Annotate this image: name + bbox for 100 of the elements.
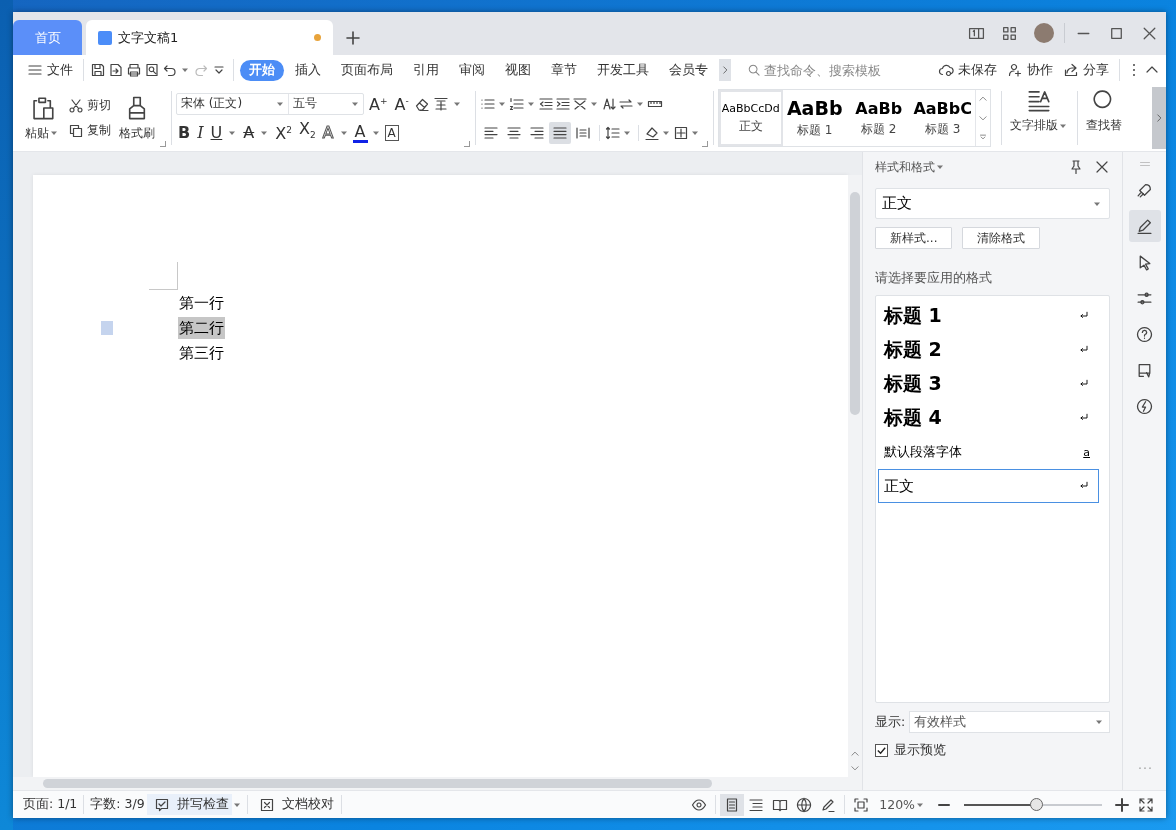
lightning-icon xyxy=(1136,397,1153,415)
fit-page-icon[interactable] xyxy=(853,796,870,813)
chevron-right-icon[interactable] xyxy=(720,65,730,75)
help-icon xyxy=(1136,325,1153,343)
maximize-icon[interactable] xyxy=(1108,25,1125,42)
caret-icon[interactable] xyxy=(50,129,58,137)
caret-icon[interactable] xyxy=(936,163,944,171)
collaborate-button[interactable]: 协作 xyxy=(1003,61,1057,79)
scroll-up-icon[interactable] xyxy=(850,749,860,759)
clear-format-button[interactable]: 清除格式 xyxy=(962,227,1041,249)
strikethrough-button[interactable]: A xyxy=(241,122,257,143)
bold-button[interactable]: B xyxy=(176,122,193,143)
ribbon-tab[interactable]: 插入 xyxy=(286,59,330,81)
proofread-icon xyxy=(258,796,275,813)
format-button[interactable]: X$^{2}$ xyxy=(273,120,294,145)
search-field[interactable]: 查找命令、搜索模板 xyxy=(747,62,897,78)
proofread-button[interactable]: 文档校对 xyxy=(251,794,337,815)
save-icon[interactable] xyxy=(90,62,106,78)
spell-check-button[interactable]: 拼写检查 xyxy=(146,794,232,815)
chinese-layout-icon[interactable] xyxy=(571,95,588,112)
group-launcher-icon[interactable] xyxy=(463,141,470,147)
align-right-icon xyxy=(528,124,545,141)
ribbon-tab[interactable]: 页面布局 xyxy=(332,59,402,81)
group-launcher-icon[interactable] xyxy=(160,141,166,147)
caret-icon[interactable] xyxy=(181,66,189,74)
copy-button[interactable]: 复制 xyxy=(68,122,111,139)
style-item[interactable]: 标题 1 xyxy=(878,299,1099,333)
avatar[interactable] xyxy=(1034,23,1054,43)
page-view-button[interactable] xyxy=(720,793,745,816)
character-border-button[interactable]: A xyxy=(384,124,399,141)
align-justify-button[interactable] xyxy=(548,121,571,144)
file-menu[interactable]: 文件 xyxy=(23,61,77,79)
document-text: 第一行 xyxy=(178,292,225,314)
ribbon-tab[interactable]: 审阅 xyxy=(450,59,494,81)
style-item[interactable]: 正文 xyxy=(878,469,1099,503)
group-launcher-icon[interactable] xyxy=(701,141,708,147)
expand-gallery-icon[interactable] xyxy=(977,131,988,142)
style-item[interactable]: 默认段落字体 a xyxy=(878,435,1099,469)
show-select[interactable]: 有效样式 xyxy=(909,711,1110,733)
print-icon[interactable] xyxy=(126,62,142,78)
paste-button[interactable]: 粘贴 xyxy=(21,94,64,142)
show-label: 显示: xyxy=(875,713,906,731)
numbered-list-icon[interactable] xyxy=(508,95,525,112)
grid-icon[interactable] xyxy=(1001,25,1018,42)
scroll-down-icon[interactable] xyxy=(850,763,860,773)
grow-font-button[interactable]: A$^{+}$ xyxy=(367,91,390,116)
ribbon-tab[interactable]: 引用 xyxy=(404,59,448,81)
save-status[interactable]: 未保存 xyxy=(934,61,1001,79)
export-icon[interactable] xyxy=(108,62,124,78)
ribbon-tab[interactable]: 视图 xyxy=(496,59,540,81)
format-button[interactable]: X$_{2}$ xyxy=(296,119,318,146)
scrollbar-thumb[interactable] xyxy=(43,779,712,788)
panel-prompt: 请选择要应用的格式 xyxy=(875,269,993,287)
ribbon-tab[interactable]: 会员专 xyxy=(660,59,717,81)
panel-title[interactable]: 样式和格式 xyxy=(875,158,946,176)
text-layout-button[interactable]: 文字排版 xyxy=(1005,87,1073,149)
style-preset[interactable]: AaBbC 标题 3 xyxy=(910,90,975,146)
cut-button[interactable]: 剪切 xyxy=(68,97,111,114)
line-spacing-icon[interactable] xyxy=(604,124,621,141)
style-preset[interactable]: AaBb 标题 2 xyxy=(846,90,911,146)
scroll-down-icon[interactable] xyxy=(977,113,988,123)
italic-button[interactable]: I xyxy=(195,122,206,143)
ribbon-tab[interactable]: 开发工具 xyxy=(588,59,658,81)
close-icon[interactable] xyxy=(1141,25,1158,42)
shrink-font-button[interactable]: A$^{-}$ xyxy=(392,91,411,116)
style-preset[interactable]: AaBbCcDd 正文 xyxy=(718,90,783,146)
style-select[interactable]: 正文 xyxy=(875,188,1110,219)
document-text: 第三行 xyxy=(178,342,225,364)
new-style-button[interactable]: 新样式... xyxy=(875,227,953,249)
borders-icon[interactable] xyxy=(672,124,689,141)
fullscreen-icon[interactable] xyxy=(1138,796,1154,813)
zoom-slider-thumb[interactable] xyxy=(1029,798,1043,811)
scrollbar-thumb[interactable] xyxy=(850,192,860,415)
find-replace-button[interactable]: 查找替 xyxy=(1081,87,1126,149)
pen-icon xyxy=(1136,217,1153,235)
decrease-indent-icon[interactable] xyxy=(537,95,554,112)
share-icon xyxy=(1063,62,1079,78)
format-painter-button[interactable]: 格式刷 xyxy=(115,94,159,142)
style-item[interactable]: 标题 3 xyxy=(878,367,1099,401)
font-color-button[interactable]: A xyxy=(352,122,368,143)
caret-icon[interactable] xyxy=(1095,718,1103,726)
reader-icon[interactable] xyxy=(968,25,985,42)
zoom-in-icon[interactable] xyxy=(1114,796,1130,813)
ribbon-tab[interactable]: 章节 xyxy=(542,59,586,81)
menu-icon[interactable] xyxy=(27,62,43,78)
preview-checkbox[interactable] xyxy=(875,743,888,757)
zoom-level[interactable]: 120% xyxy=(879,797,926,812)
search-icon xyxy=(747,63,761,77)
new-tab-icon[interactable] xyxy=(345,30,361,46)
underline-button[interactable]: U xyxy=(208,122,225,143)
close-icon[interactable] xyxy=(1094,159,1110,175)
document-tab[interactable]: 文字文稿1 xyxy=(86,20,333,55)
style-item[interactable]: 标题 4 xyxy=(878,401,1099,435)
pen-button[interactable] xyxy=(1128,210,1161,242)
print-preview-icon[interactable] xyxy=(144,62,160,78)
share-button[interactable]: 分享 xyxy=(1059,61,1113,79)
style-preset[interactable]: AaBb 标题 1 xyxy=(782,90,847,146)
style-item[interactable]: 标题 2 xyxy=(878,333,1099,367)
eye-icon[interactable] xyxy=(691,796,708,813)
increase-indent-icon[interactable] xyxy=(554,95,571,112)
